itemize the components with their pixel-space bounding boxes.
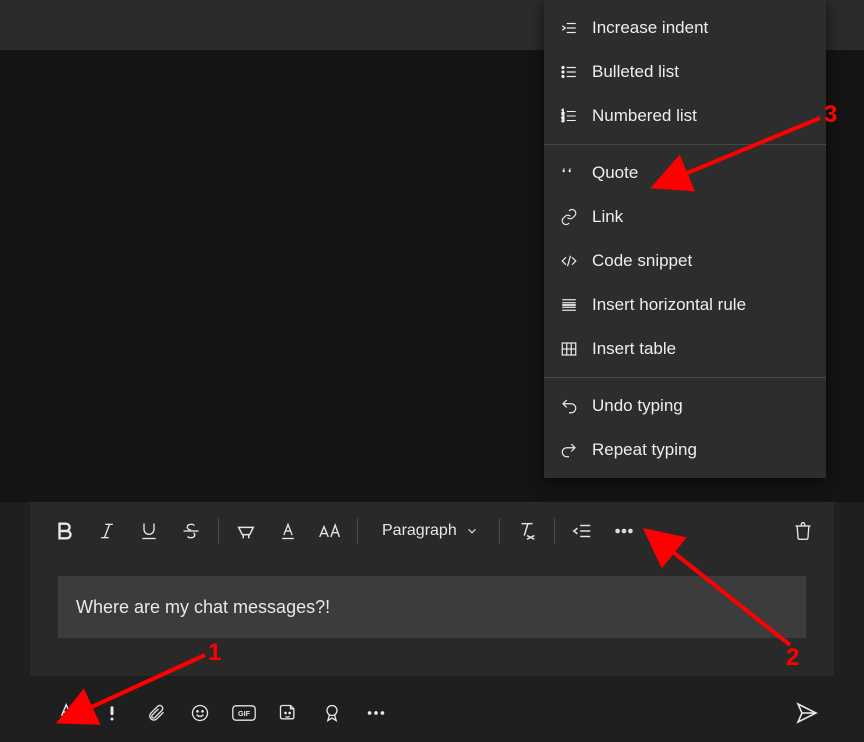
toolbar-divider (218, 518, 219, 544)
decrease-indent-button[interactable] (561, 502, 603, 560)
bulleted-list-icon (560, 63, 578, 81)
more-actions-button[interactable] (356, 690, 396, 736)
italic-icon (97, 521, 117, 541)
toolbar-divider (357, 518, 358, 544)
menu-item-bulleted-list[interactable]: Bulleted list (544, 50, 826, 94)
format-toggle-button[interactable] (48, 690, 88, 736)
horizontal-rule-icon (560, 296, 578, 314)
formatting-toolbar: Paragraph (30, 502, 834, 560)
highlight-button[interactable] (225, 502, 267, 560)
menu-label: Insert horizontal rule (592, 295, 810, 315)
send-icon (795, 701, 819, 725)
important-icon (103, 704, 121, 722)
mark-important-button[interactable] (92, 690, 132, 736)
paperclip-icon (146, 703, 166, 723)
menu-item-increase-indent[interactable]: Increase indent (544, 6, 826, 50)
ellipsis-icon (613, 520, 635, 542)
bold-icon (54, 520, 76, 542)
italic-button[interactable] (86, 502, 128, 560)
ellipsis-icon (365, 702, 387, 724)
message-input[interactable]: Where are my chat messages?! (58, 576, 806, 638)
delete-draft-button[interactable] (782, 502, 824, 560)
sticker-button[interactable] (268, 690, 308, 736)
menu-label: Increase indent (592, 18, 810, 38)
svg-text:GIF: GIF (238, 709, 251, 718)
emoji-icon (190, 703, 210, 723)
sticker-icon (278, 703, 298, 723)
toolbar-divider (499, 518, 500, 544)
table-icon (560, 340, 578, 358)
menu-item-undo[interactable]: Undo typing (544, 384, 826, 428)
praise-button[interactable] (312, 690, 352, 736)
highlight-icon (235, 520, 257, 542)
clear-formatting-button[interactable] (506, 502, 548, 560)
more-formatting-menu: Increase indent Bulleted list 123 Number… (544, 0, 826, 478)
menu-label: Numbered list (592, 106, 810, 126)
menu-label: Quote (592, 163, 810, 183)
underline-icon (139, 521, 159, 541)
strikethrough-button[interactable] (170, 502, 212, 560)
paragraph-label: Paragraph (382, 522, 457, 540)
font-color-button[interactable] (267, 502, 309, 560)
menu-label: Undo typing (592, 396, 810, 416)
code-icon (560, 252, 578, 270)
gif-button[interactable]: GIF (224, 690, 264, 736)
increase-indent-icon (560, 19, 578, 37)
bold-button[interactable] (44, 502, 86, 560)
more-formatting-button[interactable] (603, 502, 645, 560)
menu-item-insert-table[interactable]: Insert table (544, 327, 826, 371)
menu-item-link[interactable]: Link (544, 195, 826, 239)
undo-icon (560, 397, 578, 415)
strikethrough-icon (181, 521, 201, 541)
font-size-icon (318, 521, 342, 541)
menu-item-redo[interactable]: Repeat typing (544, 428, 826, 472)
emoji-button[interactable] (180, 690, 220, 736)
svg-text:3: 3 (562, 118, 565, 124)
trash-icon (793, 521, 813, 541)
menu-label: Insert table (592, 339, 810, 359)
menu-item-code-snippet[interactable]: Code snippet (544, 239, 826, 283)
menu-label: Code snippet (592, 251, 810, 271)
numbered-list-icon: 123 (560, 107, 578, 125)
font-size-button[interactable] (309, 502, 351, 560)
toolbar-divider (554, 518, 555, 544)
badge-icon (322, 703, 342, 723)
link-icon (560, 208, 578, 226)
compose-actions-bar: GIF (30, 690, 834, 736)
menu-label: Repeat typing (592, 440, 810, 460)
menu-label: Bulleted list (592, 62, 810, 82)
menu-item-numbered-list[interactable]: 123 Numbered list (544, 94, 826, 138)
menu-label: Link (592, 207, 810, 227)
format-toggle-icon (57, 702, 79, 724)
message-text: Where are my chat messages?! (76, 597, 330, 618)
clear-formatting-icon (516, 520, 538, 542)
font-color-icon (278, 521, 298, 541)
paragraph-style-picker[interactable]: Paragraph (364, 502, 493, 560)
redo-icon (560, 441, 578, 459)
menu-item-horizontal-rule[interactable]: Insert horizontal rule (544, 283, 826, 327)
send-button[interactable] (787, 690, 827, 736)
gif-icon: GIF (232, 704, 256, 722)
underline-button[interactable] (128, 502, 170, 560)
decrease-indent-icon (571, 520, 593, 542)
quote-icon (560, 164, 578, 182)
attach-file-button[interactable] (136, 690, 176, 736)
chevron-down-icon (465, 524, 479, 538)
menu-item-quote[interactable]: Quote (544, 151, 826, 195)
